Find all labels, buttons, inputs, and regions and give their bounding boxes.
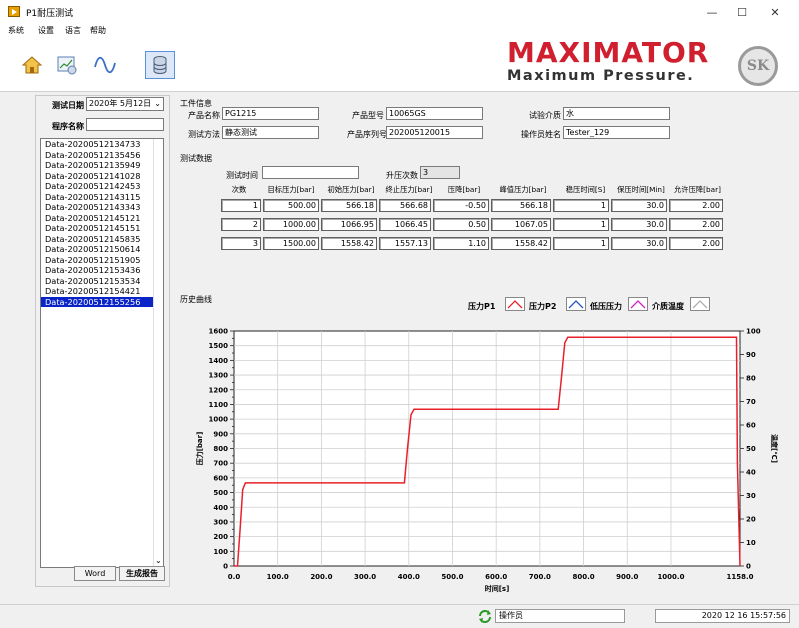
y2-tick-label: 40: [746, 469, 756, 477]
refresh-icon[interactable]: [478, 610, 492, 625]
y2-tick-label: 50: [746, 445, 756, 453]
y2-tick-label: 60: [746, 422, 756, 430]
x-tick-label: 200.0: [310, 573, 332, 581]
y2-tick-label: 100: [746, 328, 761, 336]
x-tick-label: 0.0: [228, 573, 241, 581]
y-tick-label: 0: [223, 563, 228, 571]
y-tick-label: 1100: [209, 401, 229, 409]
y2-tick-label: 0: [746, 563, 751, 571]
y-tick-label: 400: [213, 504, 228, 512]
y-tick-label: 300: [213, 518, 228, 526]
y-tick-label: 1000: [209, 416, 229, 424]
y-tick-label: 900: [213, 430, 228, 438]
y2-tick-label: 90: [746, 351, 756, 359]
x-tick-label: 1000.0: [657, 573, 684, 581]
y2-tick-label: 30: [746, 492, 756, 500]
y2-tick-label: 70: [746, 398, 756, 406]
y-tick-label: 1500: [209, 342, 229, 350]
y2-tick-label: 20: [746, 516, 756, 524]
x-axis-label: 时间[s]: [485, 584, 510, 593]
x-tick-label: 400.0: [398, 573, 420, 581]
x-tick-label: 800.0: [572, 573, 594, 581]
y2-axis-label: 温度[℃]: [770, 434, 779, 463]
x-tick-label: 300.0: [354, 573, 376, 581]
y-tick-label: 1300: [209, 372, 229, 380]
x-tick-label: 1158.0: [726, 573, 753, 581]
status-operator: 操作员: [495, 609, 625, 623]
y-tick-label: 100: [213, 548, 228, 556]
y-tick-label: 600: [213, 474, 228, 482]
y2-tick-label: 10: [746, 539, 756, 547]
pressure-chart: 0.0 100.0 200.0 300.0 400.0 500.0 600.0 700.0 80…: [195, 328, 779, 594]
x-tick-label: 600.0: [485, 573, 507, 581]
x-tick-label: 700.0: [529, 573, 551, 581]
y-tick-label: 200: [213, 533, 228, 541]
chart-grid: [233, 330, 741, 567]
y-axis-label: 压力[bar]: [195, 432, 204, 466]
y-tick-label: 700: [213, 460, 228, 468]
x-tick-label: 500.0: [441, 573, 463, 581]
status-bar: 操作员 2020 12 16 15:57:56: [0, 604, 799, 628]
y-tick-label: 500: [213, 489, 228, 497]
y-tick-label: 1200: [209, 386, 229, 394]
status-datetime: 2020 12 16 15:57:56: [655, 609, 790, 623]
y-tick-label: 1600: [209, 328, 229, 336]
y-tick-label: 1400: [209, 357, 229, 365]
x-tick-label: 900.0: [616, 573, 638, 581]
y2-tick-label: 80: [746, 375, 756, 383]
y-tick-label: 800: [213, 445, 228, 453]
x-tick-label: 100.0: [267, 573, 289, 581]
